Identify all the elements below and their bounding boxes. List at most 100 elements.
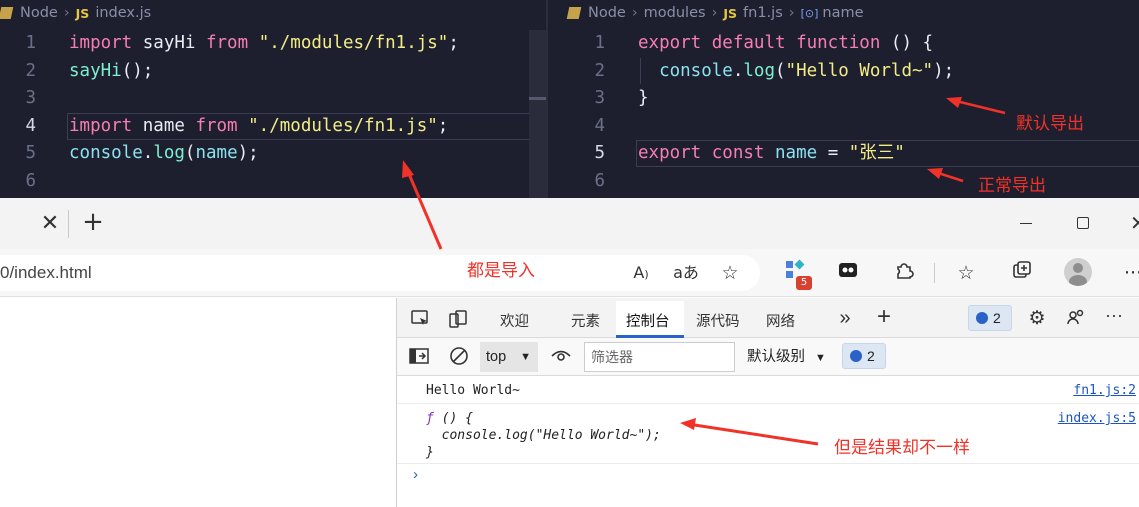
customize-icon[interactable] <box>1065 307 1087 332</box>
profile-avatar[interactable] <box>1064 258 1092 286</box>
code-line[interactable]: 5 console.log(name); <box>0 140 546 167</box>
code-token: from <box>205 33 249 53</box>
console-prompt[interactable]: › <box>413 466 418 483</box>
code-line[interactable]: 6 <box>0 168 546 195</box>
code-token: name <box>132 115 196 136</box>
code-text: export default function () { <box>638 30 933 57</box>
variable-icon: [⊙] <box>800 6 819 20</box>
scrollbar-marker <box>529 97 546 100</box>
code-token: ); <box>237 143 259 163</box>
code-token: ); <box>933 60 955 81</box>
puzzle-icon[interactable] <box>890 259 918 287</box>
more-icon[interactable]: ··· <box>1124 259 1139 287</box>
code-token: . <box>142 143 154 163</box>
clear-console-icon[interactable] <box>448 346 470 371</box>
minimize-icon[interactable] <box>1020 223 1032 224</box>
line-number: 4 <box>25 115 36 136</box>
code-token: log <box>153 143 185 163</box>
sidebar-toggle-icon[interactable] <box>408 347 430 370</box>
log-level-select[interactable]: 默认级别 ▼ <box>747 342 826 373</box>
maximize-icon[interactable] <box>1077 217 1089 229</box>
collections-icon[interactable] <box>1008 259 1036 287</box>
breadcrumb-folder[interactable]: Node <box>588 5 626 21</box>
breadcrumb-symbol[interactable]: name <box>822 5 863 21</box>
source-link[interactable]: fn1.js:2 <box>1073 383 1136 398</box>
code-line[interactable]: 1 import sayHi from "./modules/fn1.js"; <box>0 30 546 57</box>
code-line[interactable]: 3} <box>548 85 1139 112</box>
breadcrumb-folder[interactable]: Node <box>20 5 58 21</box>
code-line[interactable]: 4 import name from "./modules/fn1.js"; <box>0 112 546 140</box>
line-number: 5 <box>594 143 605 163</box>
code-text: console.log("Hello World~"); <box>638 58 954 85</box>
breadcrumb-file[interactable]: index.js <box>95 5 151 21</box>
code-token: import <box>69 115 133 136</box>
new-tab-button[interactable]: + <box>80 209 106 236</box>
tab-network[interactable]: 网络 <box>766 310 795 331</box>
line-number: 6 <box>25 170 36 191</box>
indent-guide <box>640 58 641 84</box>
code-token: name <box>775 143 818 163</box>
console-toolbar: top ▼ 筛选器 默认级别 ▼ 2 <box>397 338 1139 376</box>
add-favorite-icon[interactable]: ☆ <box>716 259 744 287</box>
code-token: import <box>69 33 133 53</box>
annotation-default-export: 默认导出 <box>1016 114 1084 134</box>
line-number: 3 <box>25 88 36 108</box>
issues-count-badge[interactable]: 2 <box>842 343 886 369</box>
filter-input[interactable]: 筛选器 <box>584 342 735 372</box>
code-line[interactable]: 3 <box>0 85 546 112</box>
inspect-element-icon[interactable] <box>409 309 431 334</box>
extension-count-badge: 5 <box>796 276 812 290</box>
code-token: "Hello World~" <box>785 60 934 81</box>
more-tabs-icon[interactable]: » <box>835 307 855 330</box>
annotation-both-import: 都是导入 <box>467 261 535 281</box>
tab-sources[interactable]: 源代码 <box>696 310 740 331</box>
left-code-editor[interactable]: Node › JS index.js 1 import sayHi from "./mo… <box>0 0 546 198</box>
line-number: 1 <box>594 33 605 53</box>
line-number: 2 <box>594 60 605 81</box>
breadcrumb: Node › JS index.js <box>0 5 546 25</box>
tab-welcome[interactable]: 欢迎 <box>500 310 529 331</box>
code-line[interactable]: 2 sayHi(); <box>0 58 546 85</box>
code-token: name <box>195 143 238 163</box>
chevron-right-icon: › <box>788 5 795 21</box>
function-preview[interactable]: ƒ () { console.log("Hello World~"); } <box>426 410 661 461</box>
add-tab-icon[interactable]: + <box>873 303 895 331</box>
browser-tab-strip: ✕ + ✕ <box>0 198 1139 249</box>
code-text: import name from "./modules/fn1.js"; <box>69 113 448 140</box>
read-aloud-icon[interactable]: A) <box>628 259 654 287</box>
scrollbar[interactable] <box>529 30 546 198</box>
folder-icon <box>0 7 14 19</box>
tab-elements[interactable]: 元素 <box>571 310 600 331</box>
code-line[interactable]: 2 console.log("Hello World~"); <box>548 58 1139 85</box>
code-line[interactable]: 5 export const name = "张三" <box>548 140 1139 167</box>
gear-icon[interactable]: ⚙ <box>1026 307 1048 330</box>
code-token: sayHi <box>69 60 122 81</box>
immersive-reader-icon[interactable] <box>835 259 861 287</box>
url-text[interactable]: 0/index.html <box>0 263 92 283</box>
line-number: 5 <box>25 143 36 163</box>
window-close-icon[interactable]: ✕ <box>1130 211 1139 235</box>
right-code-editor[interactable]: Node › modules › JS fn1.js › [⊙] name 1 export de… <box>548 0 1139 198</box>
favorites-icon[interactable]: ☆ <box>952 259 980 287</box>
code-token: from <box>195 115 238 136</box>
code-line[interactable]: 1 export default function () { <box>548 30 1139 57</box>
code-token: ; <box>448 33 459 53</box>
url-field[interactable]: 0/index.html A) aあ ☆ <box>0 255 760 291</box>
tab-console[interactable]: 控制台 <box>626 310 670 331</box>
message-count-badge[interactable]: 2 <box>968 305 1012 331</box>
context-select[interactable]: top ▼ <box>480 342 538 372</box>
breadcrumb-file[interactable]: fn1.js <box>743 5 783 21</box>
source-link[interactable]: index.js:5 <box>1058 411 1136 426</box>
code-line[interactable]: 6 <box>548 168 1139 195</box>
close-tab-icon[interactable]: ✕ <box>38 212 62 236</box>
device-emulation-icon[interactable] <box>447 309 469 334</box>
code-token: default <box>711 33 786 53</box>
translate-icon[interactable]: aあ <box>672 259 700 287</box>
live-expression-eye-icon[interactable] <box>549 347 573 370</box>
more-icon[interactable]: ··· <box>1103 305 1125 326</box>
breadcrumb-subfolder[interactable]: modules <box>644 5 706 21</box>
